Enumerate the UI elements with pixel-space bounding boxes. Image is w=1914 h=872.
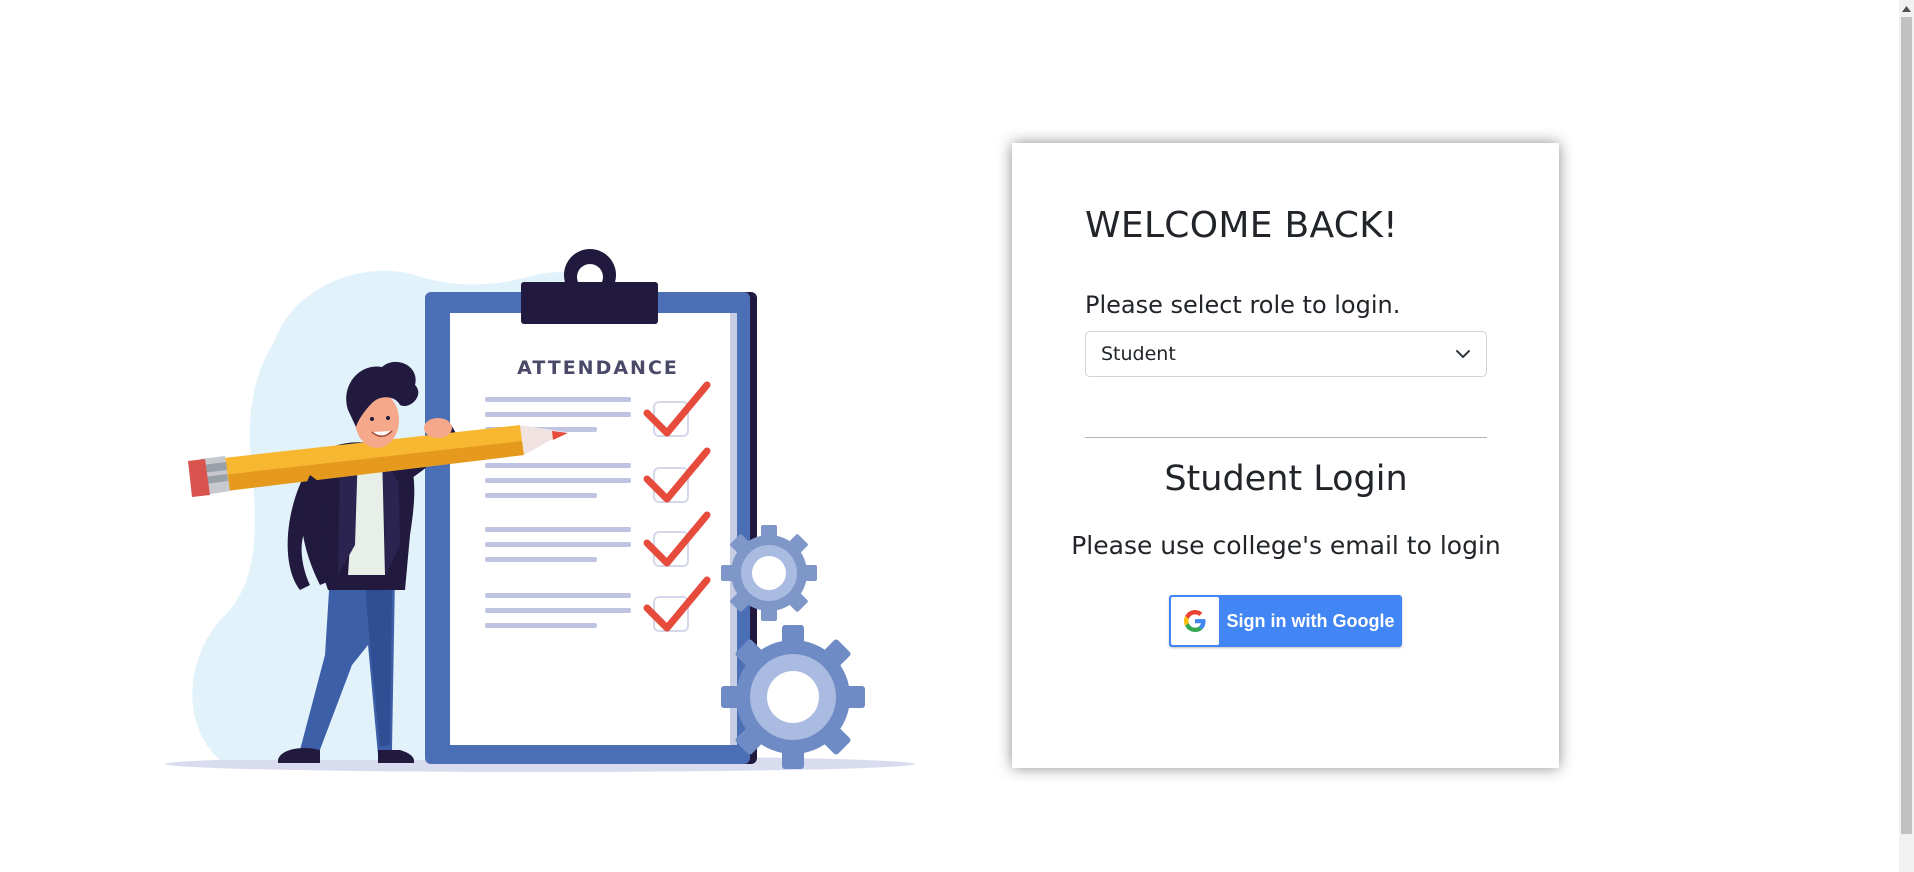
section-title: Student Login <box>1164 459 1408 499</box>
google-sign-in-label: Sign in with Google <box>1226 610 1395 631</box>
clipboard-paper-edge <box>730 313 737 745</box>
login-card: WELCOME BACK! Please select role to logi… <box>1012 143 1559 768</box>
google-logo-icon <box>1171 597 1219 645</box>
divider <box>1085 437 1487 438</box>
large-gear-icon <box>721 625 865 769</box>
email-hint: Please use college's email to login <box>1071 531 1501 560</box>
clipboard-title: ATTENDANCE <box>517 357 679 379</box>
person-hand <box>424 418 452 438</box>
role-select[interactable]: Student <box>1085 331 1487 377</box>
role-select-label: Please select role to login. <box>1085 291 1401 319</box>
role-select-value: Student <box>1101 343 1176 365</box>
scrollbar-thumb[interactable] <box>1901 17 1912 834</box>
vertical-scrollbar[interactable] <box>1899 0 1914 872</box>
scroll-up-arrow-icon[interactable] <box>1899 0 1914 17</box>
google-sign-in-button[interactable]: Sign in with Google <box>1169 595 1402 647</box>
small-gear-icon <box>721 525 817 621</box>
clip-bar <box>521 282 658 324</box>
welcome-heading: WELCOME BACK! <box>1085 205 1398 246</box>
chevron-down-icon <box>1455 349 1471 359</box>
attendance-illustration: ATTENDANCE <box>160 245 920 775</box>
